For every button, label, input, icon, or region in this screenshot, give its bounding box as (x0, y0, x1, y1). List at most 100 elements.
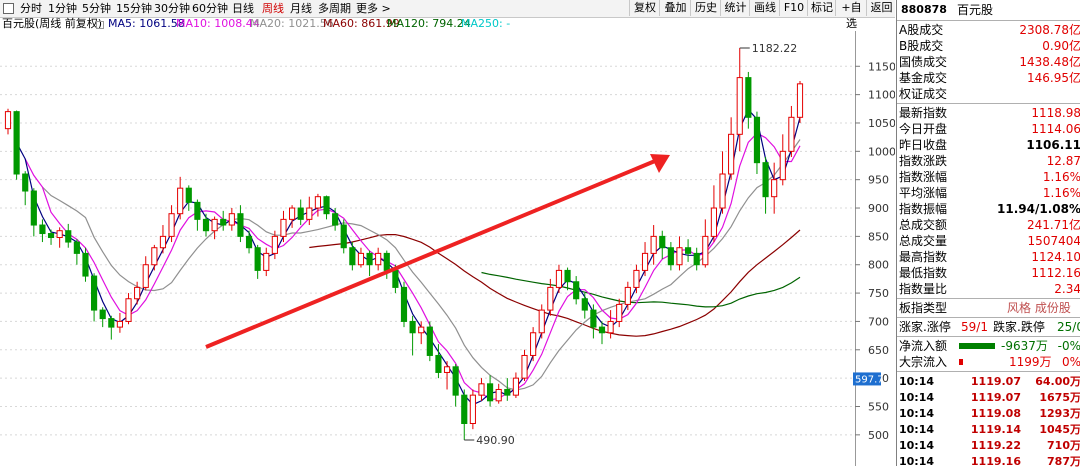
candle-body[interactable] (306, 207, 313, 220)
candle-body[interactable] (512, 377, 519, 396)
candle-body[interactable] (99, 309, 106, 320)
candle-body[interactable] (194, 201, 201, 220)
candle-body[interactable] (564, 269, 571, 283)
candle-body[interactable] (581, 298, 588, 311)
candle-body[interactable] (4, 111, 12, 130)
candle-body[interactable] (487, 383, 494, 402)
period-tab[interactable]: 分时 (20, 1, 42, 16)
candle-body[interactable] (547, 286, 554, 311)
candle-body[interactable] (134, 286, 141, 300)
candle-body[interactable] (383, 252, 390, 271)
candle-body[interactable] (736, 77, 743, 135)
candle-body[interactable] (30, 190, 37, 226)
candle-body[interactable] (73, 241, 80, 254)
candle-body[interactable] (616, 303, 623, 322)
candle-body[interactable] (469, 394, 476, 424)
toolbar-button[interactable]: 叠加 (659, 0, 691, 16)
candle-body[interactable] (685, 247, 692, 254)
candle-body[interactable] (159, 235, 167, 249)
candle-body[interactable] (779, 150, 786, 181)
candle-body[interactable] (426, 326, 433, 356)
candle-body[interactable] (125, 298, 132, 322)
candle-body[interactable] (590, 309, 597, 328)
candle-body[interactable] (443, 366, 451, 373)
period-tab[interactable]: 5分钟 (82, 1, 111, 16)
candle-body[interactable] (289, 207, 296, 220)
candle-body[interactable] (633, 269, 640, 288)
period-tab[interactable]: 60分钟 (192, 1, 228, 16)
candle-body[interactable] (659, 235, 666, 249)
toolbar-button[interactable]: 返回 (866, 0, 896, 16)
period-tab[interactable]: 多周期 (318, 1, 351, 16)
candle-body[interactable] (366, 252, 373, 266)
candle-body[interactable] (332, 213, 339, 226)
candle-body[interactable] (710, 207, 717, 237)
candle-body[interactable] (641, 252, 649, 271)
candle-body[interactable] (297, 207, 304, 220)
candle-body[interactable] (237, 213, 244, 237)
candle-body[interactable] (340, 224, 347, 249)
toolbar-button[interactable]: 复权 (629, 0, 660, 16)
candle-body[interactable] (202, 218, 210, 232)
candle-body[interactable] (392, 269, 399, 288)
candle-body[interactable] (168, 213, 175, 237)
candle-body[interactable] (323, 196, 330, 215)
candle-body[interactable] (13, 111, 20, 175)
candle-body[interactable] (375, 252, 382, 266)
candle-body[interactable] (409, 320, 416, 334)
candle-body[interactable] (271, 235, 278, 254)
candle-body[interactable] (762, 162, 769, 198)
candle-body[interactable] (598, 326, 606, 334)
candle-body[interactable] (788, 116, 795, 152)
candle-body[interactable] (538, 309, 545, 334)
candle-body[interactable] (91, 275, 98, 311)
candle-body[interactable] (22, 173, 29, 192)
candle-body[interactable] (452, 366, 459, 396)
candle-body[interactable] (478, 383, 485, 396)
period-tab[interactable]: 周线 (262, 1, 284, 16)
candlestick-chart[interactable]: 1150110010501000950900850800750700650600… (0, 31, 895, 466)
toolbar-button[interactable]: +自选 (835, 0, 867, 30)
candle-body[interactable] (693, 252, 700, 266)
candle-body[interactable] (530, 332, 537, 356)
candle-body[interactable] (82, 252, 89, 277)
toolbar-button[interactable]: F10 (779, 0, 808, 16)
candle-body[interactable] (349, 247, 356, 266)
candle-body[interactable] (555, 269, 563, 288)
candle-body[interactable] (461, 394, 468, 424)
candle-body[interactable] (753, 116, 761, 164)
candle-body[interactable] (211, 218, 218, 232)
candle-body[interactable] (667, 247, 674, 266)
candle-body[interactable] (65, 230, 72, 243)
candle-body[interactable] (702, 235, 709, 266)
candle-body[interactable] (435, 354, 442, 373)
candle-body[interactable] (151, 247, 158, 266)
toolbar-button[interactable]: 统计 (720, 0, 750, 16)
candle-body[interactable] (650, 235, 657, 254)
candle-body[interactable] (280, 218, 287, 237)
candle-body[interactable] (108, 318, 115, 328)
candle-body[interactable] (400, 286, 408, 322)
candle-body[interactable] (624, 286, 631, 305)
period-tab[interactable]: 1分钟 (48, 1, 77, 16)
period-tab[interactable]: 30分钟 (154, 1, 190, 16)
candle-body[interactable] (254, 247, 261, 271)
candle-body[interactable] (142, 264, 149, 288)
period-tab[interactable]: 更多 > (356, 1, 391, 16)
candle-body[interactable] (771, 179, 778, 198)
period-tab[interactable]: 15分钟 (116, 1, 152, 16)
legend-collapse-icon[interactable] (96, 21, 104, 29)
candle-body[interactable] (728, 133, 735, 175)
period-tab[interactable]: 日线 (232, 1, 254, 16)
candle-body[interactable] (314, 196, 321, 209)
candle-body[interactable] (185, 187, 192, 203)
period-tab[interactable]: 月线 (290, 1, 312, 16)
toggle-checkbox[interactable] (3, 3, 14, 14)
toolbar-button[interactable]: 标记 (807, 0, 836, 16)
candle-body[interactable] (607, 320, 614, 334)
candle-body[interactable] (228, 213, 235, 226)
candle-body[interactable] (676, 247, 683, 266)
candle-body[interactable] (177, 187, 184, 215)
candle-body[interactable] (263, 252, 270, 271)
candle-body[interactable] (521, 354, 528, 379)
